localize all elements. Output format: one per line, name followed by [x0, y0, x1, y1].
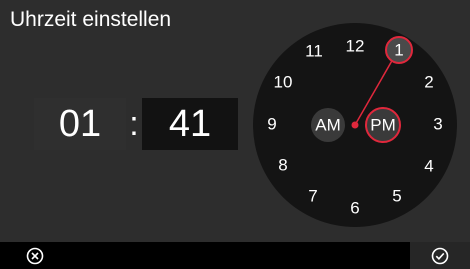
- am-label: AM: [315, 115, 341, 134]
- dial-number-8[interactable]: 8: [278, 155, 287, 174]
- dial-number-11[interactable]: 11: [305, 41, 323, 60]
- confirm-button[interactable]: [410, 242, 470, 269]
- clock-dial: 12 1 2 3 4 5 6 7 8 9 10 11 AM PM: [253, 23, 457, 227]
- pm-label: PM: [370, 115, 396, 134]
- dial-number-4[interactable]: 4: [424, 156, 433, 175]
- hand-center-dot: [351, 121, 359, 129]
- dial-number-7[interactable]: 7: [308, 186, 317, 205]
- dial-number-12[interactable]: 12: [346, 36, 365, 55]
- dial-number-1[interactable]: 1: [394, 40, 403, 59]
- dial-number-5[interactable]: 5: [392, 186, 401, 205]
- dial-number-3[interactable]: 3: [433, 114, 442, 133]
- cancel-circle-icon: [26, 247, 44, 264]
- dial-number-9[interactable]: 9: [267, 114, 276, 133]
- dial-number-6[interactable]: 6: [350, 198, 359, 217]
- cancel-button[interactable]: [0, 242, 70, 269]
- bottom-bar: [0, 242, 470, 269]
- dial-number-2[interactable]: 2: [424, 72, 433, 91]
- dial-number-10[interactable]: 10: [274, 72, 293, 91]
- check-circle-icon: [431, 247, 449, 264]
